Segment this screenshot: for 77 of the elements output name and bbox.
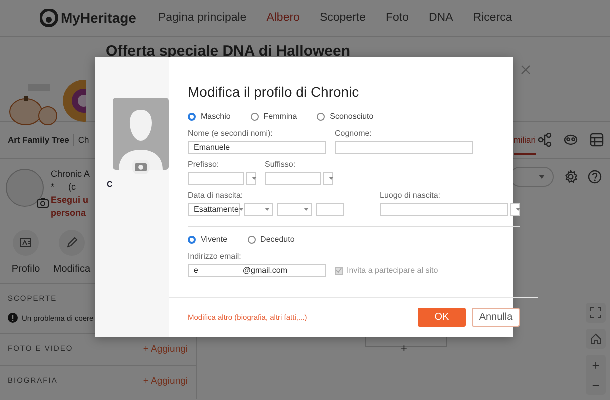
action-label[interactable]: Modifica (53, 264, 91, 275)
radio-label[interactable]: Maschio (201, 112, 231, 121)
breadcrumb[interactable]: Ch (78, 135, 90, 145)
caret-icon (329, 177, 334, 180)
nav-link[interactable]: DNA (429, 12, 454, 24)
email-field[interactable]: e @gmail.com (188, 264, 326, 277)
home-button[interactable] (586, 329, 606, 349)
warning-text[interactable]: Esegui u (51, 195, 90, 205)
nav-link[interactable]: Scoperte (320, 12, 366, 24)
caret-icon (304, 208, 309, 211)
pencil-icon[interactable] (66, 237, 78, 249)
zoom-out-button[interactable]: − (586, 375, 606, 395)
field-label: Luogo di nascita: (380, 191, 442, 200)
first-name-field[interactable]: Emanuele (188, 141, 326, 154)
dates-text: (c (68, 182, 76, 192)
field-label: Cognome: (335, 129, 373, 138)
field-label: Prefisso: (188, 160, 220, 169)
zoom-in-button[interactable]: + (586, 355, 606, 375)
suffix-field[interactable] (265, 172, 321, 185)
radio-label[interactable]: Deceduto (260, 235, 295, 244)
person-name: Chronic A (51, 169, 90, 179)
caret-icon (252, 177, 257, 180)
add-link[interactable]: + Aggiungi (143, 376, 188, 387)
suffix-dropdown[interactable] (323, 172, 333, 185)
action-label[interactable]: Profilo (12, 264, 40, 275)
close-icon[interactable] (521, 65, 531, 75)
settings-icon[interactable] (564, 170, 578, 184)
table-icon[interactable] (590, 133, 604, 147)
radio-label[interactable]: Femmina (264, 112, 298, 121)
surname-field[interactable] (335, 141, 473, 154)
caret-icon (238, 208, 244, 211)
caret-icon (265, 208, 270, 211)
radio-button[interactable] (188, 236, 196, 244)
nav-link[interactable]: Foto (386, 12, 409, 24)
field-label: Data di nascita: (188, 191, 244, 200)
alert-icon (8, 313, 18, 323)
birth-marker: * (51, 182, 55, 192)
field-label: Suffisso: (265, 160, 297, 169)
fullscreen-icon (590, 307, 602, 319)
cancel-button[interactable]: Annulla (472, 308, 520, 327)
photo-caption: C (107, 180, 114, 189)
radio-button[interactable] (188, 112, 196, 120)
field-label: Nome (e secondi nomi): (188, 129, 274, 138)
warning-text[interactable]: persona (51, 208, 90, 218)
camera-icon[interactable] (37, 198, 49, 208)
radio-label[interactable]: Sconosciuto (330, 112, 374, 121)
home-icon (590, 333, 602, 345)
help-icon[interactable] (588, 170, 602, 184)
caret-icon (539, 175, 545, 179)
id-card-icon[interactable] (20, 237, 32, 249)
nav-link[interactable]: Pagina principale (158, 12, 247, 24)
ok-button[interactable]: OK (418, 308, 466, 327)
add-link[interactable]: + Aggiungi (143, 344, 188, 355)
caret-icon (516, 208, 521, 211)
fullscreen-button[interactable] (586, 303, 606, 323)
dialog-title: Modifica il profilo di Chronic (188, 84, 360, 100)
people-icon[interactable] (564, 134, 578, 146)
radio-button[interactable] (248, 236, 256, 244)
logo-text: MyHeritage (61, 10, 136, 26)
prefix-field[interactable] (188, 172, 244, 185)
tree-name[interactable]: Art Family Tree (8, 135, 70, 145)
year-field[interactable] (316, 203, 344, 216)
add-node-button[interactable]: + (401, 343, 408, 355)
tree-node[interactable] (365, 336, 447, 347)
nav-link[interactable]: Albero (266, 12, 300, 24)
radio-button[interactable] (250, 112, 259, 120)
camera-icon[interactable] (132, 160, 150, 174)
field-label: Indirizzo email: (188, 252, 242, 261)
radio-button[interactable] (317, 112, 326, 120)
banner-title: Offerta speciale DNA di Halloween (106, 43, 352, 60)
nav-link[interactable]: Ricerca (473, 12, 512, 24)
birth-place-dropdown[interactable] (510, 203, 520, 216)
prefix-dropdown[interactable] (246, 172, 256, 185)
radio-label[interactable]: Vivente (201, 235, 228, 244)
birth-place-field[interactable] (380, 203, 508, 216)
tree-view-icon[interactable] (538, 133, 552, 147)
logo-icon (40, 9, 58, 27)
